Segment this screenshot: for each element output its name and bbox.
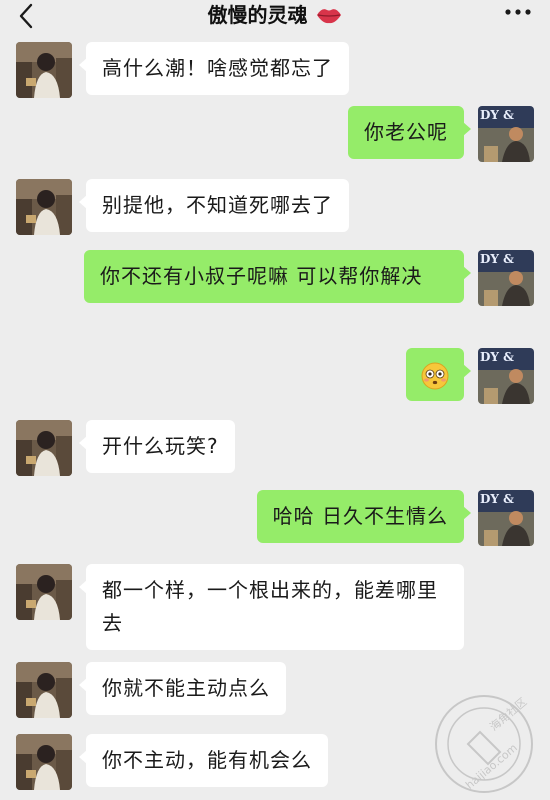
- message-text: 你不主动，能有机会么: [102, 748, 312, 772]
- message-bubble[interactable]: 都一个样，一个根出来的，能差哪里去: [79, 564, 464, 650]
- avatar-badge: DY &: [480, 108, 514, 122]
- contact-avatar[interactable]: [16, 179, 72, 235]
- avatar-badge: DY &: [480, 492, 514, 506]
- lips-icon: [317, 9, 342, 24]
- watermark: 海角社区 haijiao.com: [424, 684, 544, 800]
- message-bubble[interactable]: 哈哈 日久不生情么: [256, 490, 472, 543]
- chat-title-wrap: 傲慢的灵魂: [0, 2, 550, 28]
- contact-avatar[interactable]: [16, 420, 72, 476]
- message-bubble[interactable]: 别提他，不知道死哪去了: [79, 179, 349, 232]
- contact-avatar[interactable]: [16, 42, 72, 98]
- more-dots-icon[interactable]: [504, 6, 532, 18]
- contact-avatar[interactable]: [16, 662, 72, 718]
- chat-screen: 傲慢的灵魂 高什么潮！啥感觉都忘了 DY & 你老公呢 别提他，不知道死哪去了: [0, 0, 550, 800]
- avatar-badge: DY &: [480, 252, 514, 266]
- contact-avatar[interactable]: [16, 734, 72, 790]
- avatar-badge: DY &: [480, 350, 514, 364]
- message-text: 你老公呢: [364, 120, 448, 144]
- message-text: 开什么玩笑?: [102, 434, 219, 458]
- message-bubble[interactable]: 你不主动，能有机会么: [79, 734, 328, 787]
- message-bubble[interactable]: 你老公呢: [348, 106, 471, 159]
- message-text: 高什么潮！啥感觉都忘了: [102, 56, 333, 80]
- contact-avatar[interactable]: [16, 564, 72, 620]
- message-text: 别提他，不知道死哪去了: [102, 193, 333, 217]
- message-text: 都一个样，一个根出来的，能差哪里去: [102, 578, 438, 635]
- chat-title: 傲慢的灵魂: [207, 3, 308, 27]
- message-bubble[interactable]: [406, 348, 471, 401]
- message-text: 你不还有小叔子呢嘛 可以帮你解决: [100, 264, 423, 288]
- message-bubble[interactable]: 你就不能主动点么: [79, 662, 286, 715]
- message-bubble[interactable]: 高什么潮！啥感觉都忘了: [79, 42, 349, 95]
- message-text: 哈哈 日久不生情么: [272, 504, 448, 528]
- message-bubble[interactable]: 你不还有小叔子呢嘛 可以帮你解决: [84, 250, 471, 303]
- message-bubble[interactable]: 开什么玩笑?: [79, 420, 235, 473]
- flushed-face-icon: [421, 362, 449, 389]
- chat-header: 傲慢的灵魂: [0, 0, 550, 36]
- message-text: 你就不能主动点么: [102, 676, 270, 700]
